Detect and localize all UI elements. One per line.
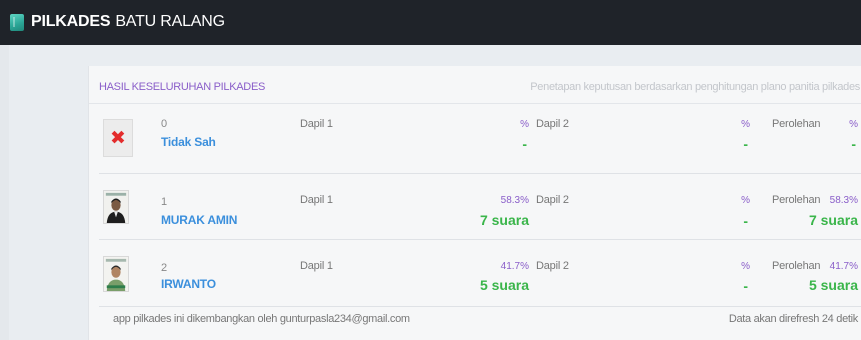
total-percent: %: [849, 119, 858, 130]
sidebar: [0, 45, 9, 340]
dapil2-label: Dapil 2: [536, 194, 569, 206]
total-votes: 7 suara: [808, 212, 858, 228]
dapil1-votes: 5 suara: [479, 277, 529, 293]
dapil2-label: Dapil 2: [536, 118, 569, 130]
results-panel: HASIL KESELURUHAN PILKADES Penetapan kep…: [88, 66, 861, 340]
result-row-invalid: ✖ 0 Tidak Sah Dapil 1 % - Dapil 2 % - Pe…: [99, 110, 861, 174]
dapil1-label: Dapil 1: [300, 260, 333, 272]
dapil2-percent: %: [741, 195, 750, 206]
perolehan-label: Perolehan: [772, 194, 821, 206]
brand-name-light: BATU RALANG: [115, 13, 225, 30]
invalid-x-icon: ✖: [103, 119, 133, 157]
candidate-name[interactable]: MURAK AMIN: [161, 213, 237, 227]
result-row-candidate-1: 1 MURAK AMIN Dapil 1 58.3% 7 suara Dapil…: [99, 174, 861, 240]
panel-title: HASIL KESELURUHAN PILKADES: [99, 81, 266, 93]
brand-name-bold: PILKADES: [31, 13, 111, 30]
top-navbar: PILKADES BATU RALANG: [0, 0, 861, 45]
total-percent: 58.3%: [829, 195, 858, 206]
brand-logo-icon: [10, 13, 24, 31]
result-row-candidate-2: 2 IRWANTO Dapil 1 41.7% 5 suara Dapil 2 …: [99, 241, 861, 307]
dapil2-percent: %: [741, 261, 750, 272]
dapil1-percent: 58.3%: [500, 195, 529, 206]
total-votes: 5 suara: [808, 277, 858, 293]
perolehan-label: Perolehan: [772, 118, 821, 130]
candidate-name[interactable]: IRWANTO: [161, 277, 216, 291]
candidate-number: 2: [161, 262, 168, 274]
dapil1-votes: -: [522, 136, 527, 152]
total-votes: -: [851, 136, 856, 152]
panel-note: Penetapan keputusan berdasarkan penghitu…: [530, 81, 860, 93]
perolehan-label: Perolehan: [772, 260, 821, 272]
footer-credit: app pilkades ini dikembangkan oleh guntu…: [113, 313, 410, 325]
dapil2-votes: -: [743, 213, 748, 229]
footer-refresh-note: Data akan direfresh 24 detik: [728, 313, 858, 325]
panel-header: HASIL KESELURUHAN PILKADES Penetapan kep…: [89, 66, 861, 104]
dapil2-votes: -: [743, 278, 748, 294]
candidate-photo: [103, 190, 129, 224]
candidate-number: 1: [161, 196, 168, 208]
candidate-photo: [103, 256, 129, 292]
dapil2-label: Dapil 2: [536, 260, 569, 272]
total-percent: 41.7%: [829, 261, 858, 272]
dapil1-percent: 41.7%: [500, 261, 529, 272]
candidate-number: 0: [161, 118, 168, 130]
candidate-name[interactable]: Tidak Sah: [161, 135, 216, 149]
dapil1-label: Dapil 1: [300, 118, 333, 130]
dapil1-percent: %: [520, 119, 529, 130]
dapil1-votes: 7 suara: [479, 212, 529, 228]
brand-link[interactable]: PILKADES BATU RALANG: [10, 11, 225, 33]
dapil1-label: Dapil 1: [300, 194, 333, 206]
dapil2-percent: %: [741, 119, 750, 130]
dapil2-votes: -: [743, 136, 748, 152]
